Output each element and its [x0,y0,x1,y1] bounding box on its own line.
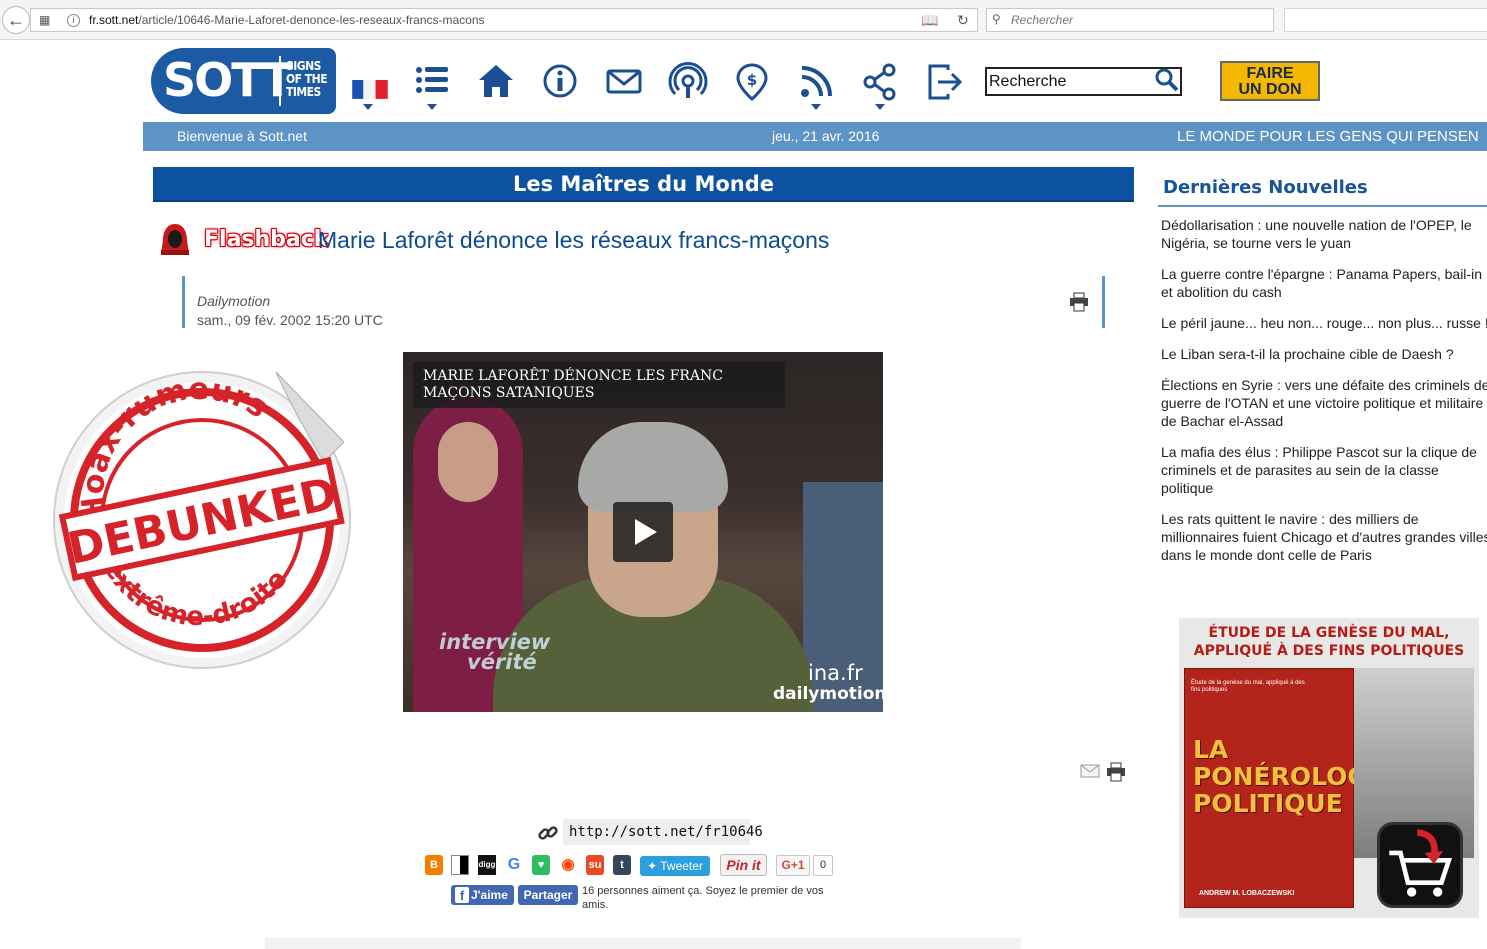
video-frame-hair [578,422,728,512]
print-icon[interactable] [1069,292,1089,312]
video-caption: MARIE LAFORÊT DÉNONCE LES FRANC MAÇONS S… [413,362,785,408]
ina-watermark: ina.fr [808,661,863,685]
link-icon [537,822,559,844]
info-icon[interactable] [540,62,580,102]
address-bar[interactable]: ▦ i fr.sott.net/article/10646-Marie-Lafo… [30,8,978,32]
login-icon[interactable] [924,62,964,102]
article-title: Marie Laforêt dénonce les réseaux francs… [318,227,830,253]
short-url-field[interactable]: http://sott.net/fr10646 [563,819,763,845]
reader-view-icon[interactable]: 📖 [921,9,938,31]
latest-news-title[interactable]: Dernières Nouvelles [1163,176,1368,200]
url-path: /article/10646-Marie-Laforet-denonce-les… [138,13,485,27]
comments-bar [265,938,1021,949]
flashback-label: Flashback [204,227,329,252]
book-author: ANDREW M. LOBACZEWSKI [1199,890,1295,897]
section-header[interactable]: Les Maîtres du Monde [153,167,1134,202]
chevron-down-icon[interactable] [427,104,437,110]
welcome-text: Bienvenue à Sott.net [177,128,307,144]
search-placeholder: Rechercher [1011,13,1074,27]
google-icon[interactable]: G [505,855,523,875]
home-icon[interactable] [476,62,516,102]
reload-icon[interactable]: ↻ [957,9,969,31]
video-watermark-interview: interview vérité [439,630,551,674]
current-date: jeu., 21 avr. 2016 [772,128,880,144]
hacker-hood-icon [158,222,192,256]
shopping-cart-icon[interactable] [1377,822,1463,908]
sott-logo[interactable]: SOTT SIGNS OF THE TIMES [151,48,336,114]
tumblr-icon[interactable]: t [613,855,631,875]
donate-dollar-pin-icon[interactable]: $ [732,62,772,102]
video-player[interactable]: MARIE LAFORÊT DÉNONCE LES FRANC MAÇONS S… [403,352,883,712]
blogger-icon[interactable]: B [425,855,443,875]
news-item[interactable]: La guerre contre l'épargne : Panama Pape… [1161,265,1487,301]
meta-divider [1102,276,1105,328]
svg-text:$: $ [747,71,757,89]
stumbleupon-icon[interactable]: su [586,855,604,875]
email-share-icon[interactable] [1080,764,1100,778]
facebook-like-count-text: 16 personnes aiment ça. Soyez le premier… [582,885,824,911]
news-item[interactable]: Le péril jaune... heu non... rouge... no… [1161,314,1487,332]
facebook-share-button[interactable]: Partager [518,885,578,905]
meta-divider [182,276,185,328]
logo-divider [279,56,281,106]
gplus-button[interactable]: G+1 [776,855,810,876]
article-date: sam., 09 fév. 2002 15:20 UTC [197,312,383,328]
welcome-strip: Bienvenue à Sott.net jeu., 21 avr. 2016 … [143,122,1487,151]
back-button[interactable]: ← [2,6,30,34]
toolbar-blank-area [1284,8,1487,32]
logo-subtext: SIGNS OF THE TIMES [286,59,328,99]
gplus-count: 0 [813,855,833,876]
search-icon: ⚲ [992,12,1001,26]
mail-icon[interactable] [604,62,644,102]
facebook-like-button[interactable]: f J'aime [451,885,514,905]
url-host: fr.sott.net [89,13,139,27]
delicious-icon[interactable] [451,855,469,875]
info-circle-icon[interactable]: i [67,14,80,27]
news-item[interactable]: Dédollarisation : une nouvelle nation de… [1161,216,1487,252]
dailymotion-watermark: dailymotion [773,684,883,704]
debunked-stamp: Hoax-rumeurs d'extrême-droite DEBUNKED [44,352,360,672]
news-item[interactable]: Les rats quittent le navire : des millie… [1161,510,1487,564]
news-item[interactable]: Élections en Syrie : vers une défaite de… [1161,376,1487,430]
article-source[interactable]: Dailymotion [197,293,270,309]
browser-search-input[interactable]: ⚲ Rechercher [986,8,1274,32]
evernote-icon[interactable]: ♥ [532,855,550,875]
play-button[interactable] [613,502,673,562]
site-search-input[interactable]: Recherche [985,67,1182,96]
page-tabs-icon: ▦ [39,13,51,27]
twitter-bird-icon: ✦ [647,859,658,873]
book-cover-subtitle: Étude de la genèse du mal, appliqué à de… [1191,680,1305,693]
print-icon[interactable] [1106,762,1126,782]
flag-fr-icon[interactable] [350,70,388,99]
browser-toolbar: ← ▦ i fr.sott.net/article/10646-Marie-La… [0,0,1487,40]
search-icon[interactable] [1155,68,1179,92]
pinit-button[interactable]: Pin it [720,854,767,876]
logo-text: SOTT [163,53,293,107]
news-item[interactable]: La mafia des élus : Philippe Pascot sur … [1161,443,1487,497]
chevron-down-icon[interactable] [363,104,373,110]
chevron-down-icon[interactable] [875,104,885,110]
chevron-down-icon[interactable] [811,104,821,110]
tagline: LE MONDE POUR LES GENS QUI PENSEN [1177,128,1479,145]
facebook-icon: f [455,887,469,903]
rss-icon[interactable] [796,62,836,102]
book-advertisement[interactable]: ÉTUDE DE LA GENÈSE DU MAL, APPLIQUÉ À DE… [1179,618,1479,918]
ad-headline: ÉTUDE DE LA GENÈSE DU MAL, APPLIQUÉ À DE… [1193,625,1465,659]
digg-icon[interactable]: digg [478,855,496,875]
news-item[interactable]: Le Liban sera-t-il la prochaine cible de… [1161,345,1487,363]
donate-button[interactable]: FAIRE UN DON [1220,61,1320,101]
podcast-icon[interactable] [668,62,708,102]
video-frame-face [438,422,498,502]
latest-news-list: Dédollarisation : une nouvelle nation de… [1161,216,1487,577]
reddit-icon[interactable]: ◉ [559,855,577,875]
site-search-value: Recherche [989,73,1067,90]
sidebar-divider [1158,205,1487,207]
tweet-button[interactable]: ✦ Tweeter [640,856,710,876]
menu-list-icon[interactable] [412,62,452,102]
share-icon[interactable] [860,62,900,102]
